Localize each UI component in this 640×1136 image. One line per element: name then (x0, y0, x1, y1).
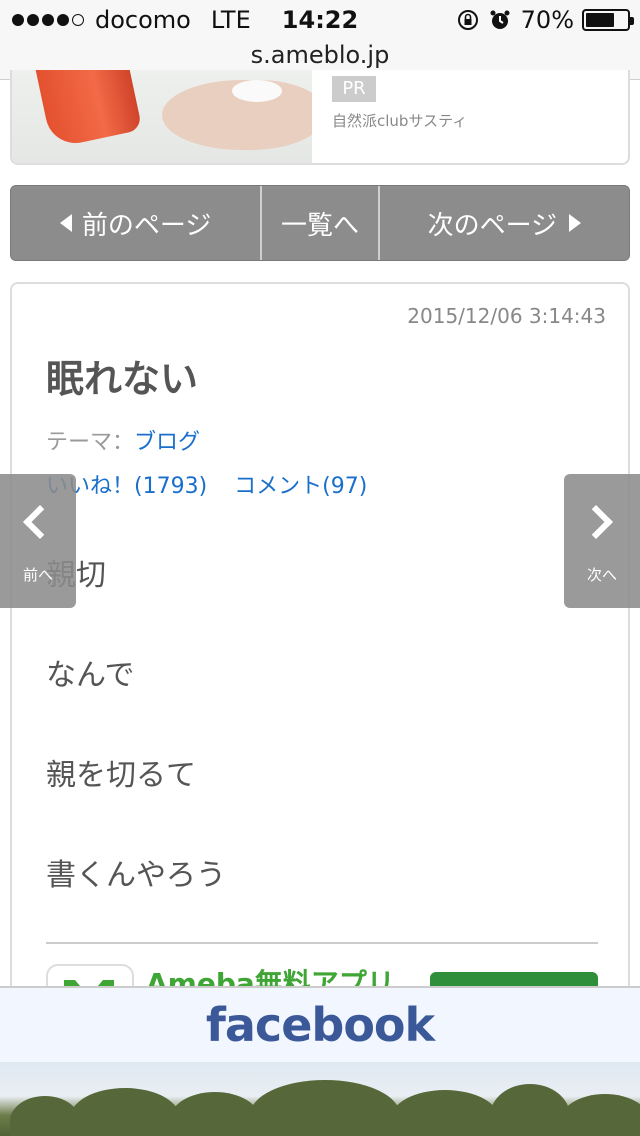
page-navigation: 前のページ 一覧へ 次のページ (10, 185, 630, 261)
side-next-button[interactable]: 次へ (564, 474, 640, 608)
article-body-line: 書くんやろう (46, 858, 226, 893)
facebook-ad-banner[interactable]: facebook (0, 986, 640, 1136)
article-date: 2015/12/06 3:14:43 (407, 304, 606, 328)
ad-image[interactable] (12, 70, 312, 163)
list-label: 一覧へ (280, 210, 359, 241)
triangle-right-icon (569, 214, 582, 232)
next-page-label: 次のページ (427, 210, 558, 241)
chevron-right-icon (579, 505, 613, 539)
facebook-logo: facebook (205, 998, 435, 1052)
ad-sponsor[interactable]: 自然派clubサスティ (332, 110, 467, 131)
divider (46, 942, 598, 944)
next-page-button[interactable]: 次のページ (377, 186, 629, 260)
url-domain[interactable]: s.ameblo.jp (251, 41, 390, 69)
rotation-lock-icon (457, 10, 478, 30)
side-next-label: 次へ (586, 566, 617, 584)
article-title: 眠れない (46, 357, 199, 401)
theme-label: テーマ： (46, 430, 135, 455)
status-bar: docomo LTE 14:22 70% (0, 0, 640, 40)
prev-page-button[interactable]: 前のページ (11, 186, 260, 260)
theme-row: テーマ：ブログ (46, 424, 200, 456)
battery-percent: 70% (520, 6, 574, 34)
pr-badge: PR (332, 76, 376, 102)
battery-icon (582, 9, 634, 31)
alarm-icon (490, 10, 510, 29)
side-prev-label: 前へ (22, 566, 53, 584)
list-button[interactable]: 一覧へ (260, 186, 378, 260)
comments-link[interactable]: コメント(97) (234, 474, 367, 499)
chevron-left-icon (23, 505, 57, 539)
article-body-line: なんで (46, 658, 135, 693)
prev-page-label: 前のページ (81, 210, 212, 241)
facebook-banner-photo (0, 1062, 640, 1136)
status-icons: 70% (457, 6, 634, 34)
article-body-line: 親を切るて (46, 758, 196, 793)
ad-banner[interactable]: PR 自然派clubサスティ (10, 70, 630, 165)
side-prev-button[interactable]: 前へ (0, 474, 76, 608)
triangle-left-icon (59, 214, 72, 232)
theme-link[interactable]: ブログ (134, 430, 200, 455)
stats-row: いいね！(1793) コメント(97) (46, 468, 367, 500)
